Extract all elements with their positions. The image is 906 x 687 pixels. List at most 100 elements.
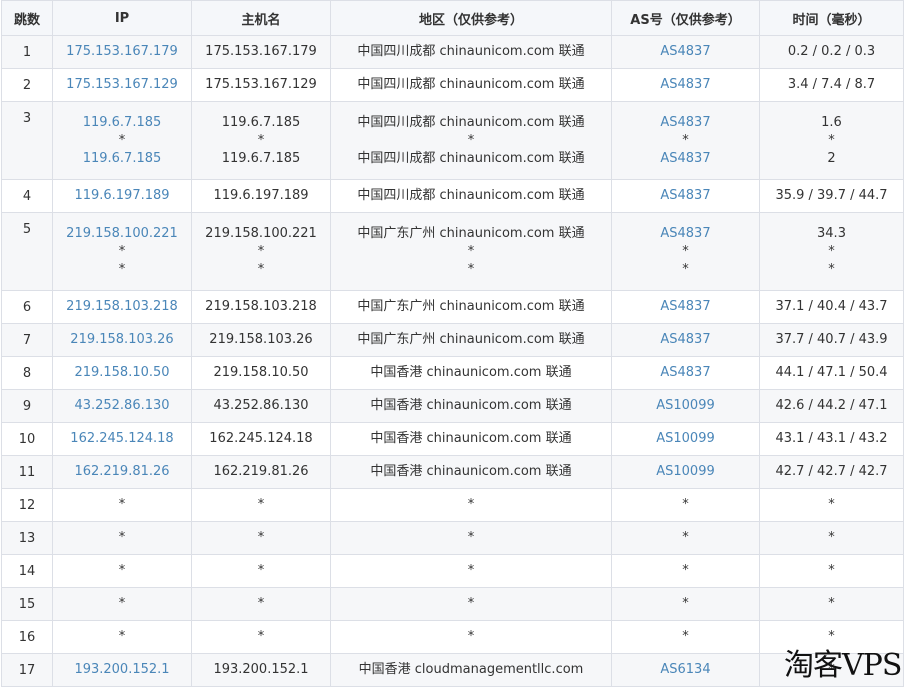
as-cell-value[interactable]: AS4837 xyxy=(612,76,759,94)
time-cell-value: 37.7 / 40.7 / 43.9 xyxy=(775,332,888,347)
column-header-hostname: 主机名 xyxy=(191,0,331,36)
as-cell-value[interactable]: AS4837 xyxy=(612,187,759,205)
region-cell: 中国四川成都 chinaunicom.com 联通 xyxy=(330,68,612,102)
as-cell-value[interactable]: AS4837 xyxy=(612,114,759,132)
table-row: 2 175.153.167.129 175.153.167.129 中国四川成都 ch… xyxy=(1,68,904,102)
table-row: 8 219.158.10.50 219.158.10.50 中国香港 chinauni… xyxy=(1,356,904,390)
hostname-cell-value: * xyxy=(257,261,265,277)
time-cell-value: 1.6 xyxy=(821,114,842,130)
as-cell: * xyxy=(611,488,760,522)
as-cell-value[interactable]: AS4837 xyxy=(612,298,759,316)
time-cell-value: * xyxy=(828,497,835,512)
ip-cell-value: * xyxy=(118,629,126,644)
as-cell: AS10099 xyxy=(611,422,760,456)
time-cell: 44.1 / 47.1 / 50.4 xyxy=(759,356,904,390)
ip-cell-value[interactable]: 219.158.103.26 xyxy=(53,331,191,349)
ip-cell-value[interactable]: 119.6.197.189 xyxy=(53,187,191,205)
table-body: 1 175.153.167.179 175.153.167.179 中国四川成都 ch… xyxy=(1,35,904,687)
ip-cell: 219.158.103.26 xyxy=(52,323,192,357)
ip-cell-value[interactable]: 162.245.124.18 xyxy=(53,430,191,448)
hop-cell: 13 xyxy=(1,521,53,555)
hostname-cell: 219.158.100.221 * * xyxy=(191,212,331,291)
hostname-cell: * xyxy=(191,521,331,555)
watermark: 淘客VPS xyxy=(784,648,902,683)
as-cell-value[interactable]: AS10099 xyxy=(612,430,759,448)
as-cell-value[interactable]: AS4837 xyxy=(612,364,759,382)
column-header-region: 地区（仅供参考） xyxy=(330,0,612,36)
time-cell: * xyxy=(759,488,904,522)
hostname-cell-value: 162.245.124.18 xyxy=(209,431,313,446)
hostname-cell: 162.245.124.18 xyxy=(191,422,331,456)
hostname-cell-value: * xyxy=(257,243,265,259)
hop-cell: 11 xyxy=(1,455,53,489)
region-cell: * xyxy=(330,587,612,621)
time-cell-value: * xyxy=(828,563,835,578)
ip-cell: 175.153.167.179 xyxy=(52,35,192,69)
ip-cell-value[interactable]: 119.6.7.185 xyxy=(53,114,191,132)
column-header-hop: 跳数 xyxy=(1,0,53,36)
ip-cell: 219.158.100.221 * * xyxy=(52,212,192,291)
table-row: 7 219.158.103.26 219.158.103.26 中国广东广州 chin… xyxy=(1,323,904,357)
region-cell-value: 中国四川成都 chinaunicom.com 联通 xyxy=(357,44,585,59)
as-cell: AS4837 * AS4837 xyxy=(611,101,760,180)
region-cell: 中国香港 chinaunicom.com 联通 xyxy=(330,356,612,390)
ip-cell-value[interactable]: 219.158.10.50 xyxy=(53,364,191,382)
ip-cell-value[interactable]: 219.158.100.221 xyxy=(53,225,191,243)
ip-cell-value[interactable]: 43.252.86.130 xyxy=(53,397,191,415)
hostname-cell: * xyxy=(191,488,331,522)
hostname-cell-value: * xyxy=(257,497,265,512)
hostname-cell: 175.153.167.179 xyxy=(191,35,331,69)
region-cell-value: 中国四川成都 chinaunicom.com 联通 xyxy=(357,150,585,166)
hop-cell: 15 xyxy=(1,587,53,621)
region-cell-value: * xyxy=(467,629,475,644)
ip-cell-value: * xyxy=(118,132,126,148)
hostname-cell: 43.252.86.130 xyxy=(191,389,331,423)
hop-cell: 3 xyxy=(1,101,53,180)
table-row: 9 43.252.86.130 43.252.86.130 中国香港 chinauni… xyxy=(1,389,904,423)
as-cell-value: * xyxy=(682,497,689,512)
hop-cell: 8 xyxy=(1,356,53,390)
ip-cell-value[interactable]: 162.219.81.26 xyxy=(53,463,191,481)
hop-cell: 9 xyxy=(1,389,53,423)
as-cell-value[interactable]: AS4837 xyxy=(612,43,759,61)
ip-cell-value[interactable]: 175.153.167.179 xyxy=(53,43,191,61)
as-cell: AS4837 xyxy=(611,356,760,390)
time-cell-value: 42.6 / 44.2 / 47.1 xyxy=(775,398,888,413)
as-cell: AS4837 xyxy=(611,179,760,213)
time-cell-value: 2 xyxy=(827,150,836,166)
ip-cell-value[interactable]: 175.153.167.129 xyxy=(53,76,191,94)
ip-cell: 193.200.152.1 xyxy=(52,653,192,687)
as-cell-value: * xyxy=(682,563,689,578)
as-cell-value[interactable]: AS4837 xyxy=(612,331,759,349)
region-cell-value: * xyxy=(467,530,475,545)
table-row: 4 119.6.197.189 119.6.197.189 中国四川成都 chinau… xyxy=(1,179,904,213)
region-cell-value: 中国香港 chinaunicom.com 联通 xyxy=(370,398,572,413)
as-cell-value[interactable]: AS4837 xyxy=(612,225,759,243)
region-cell-value: 中国四川成都 chinaunicom.com 联通 xyxy=(357,114,585,130)
ip-cell-value[interactable]: 219.158.103.218 xyxy=(53,298,191,316)
as-cell: AS4837 xyxy=(611,290,760,324)
as-cell-value[interactable]: AS4837 xyxy=(612,150,759,168)
time-cell: * xyxy=(759,554,904,588)
ip-cell-value[interactable]: 119.6.7.185 xyxy=(53,150,191,168)
hostname-cell-value: 175.153.167.129 xyxy=(205,77,317,92)
hostname-cell-value: * xyxy=(257,132,265,148)
time-cell-value: 42.7 / 42.7 / 42.7 xyxy=(775,464,888,479)
as-cell-value[interactable]: AS10099 xyxy=(612,463,759,481)
ip-cell-value: * xyxy=(118,563,126,578)
time-cell-value: 43.1 / 43.1 / 43.2 xyxy=(775,431,888,446)
region-cell-value: 中国广东广州 chinaunicom.com 联通 xyxy=(357,332,585,347)
time-cell: 34.3 * * xyxy=(759,212,904,291)
hostname-cell-value: 219.158.103.218 xyxy=(205,299,317,314)
ip-cell-value[interactable]: 193.200.152.1 xyxy=(53,661,191,679)
hostname-cell: 193.200.152.1 xyxy=(191,653,331,687)
as-cell-value[interactable]: AS6134 xyxy=(612,661,759,679)
hop-cell: 6 xyxy=(1,290,53,324)
ip-cell: 175.153.167.129 xyxy=(52,68,192,102)
hop-cell: 10 xyxy=(1,422,53,456)
time-cell: 1.6 * 2 xyxy=(759,101,904,180)
region-cell-value: 中国四川成都 chinaunicom.com 联通 xyxy=(357,77,585,92)
ip-cell-value: * xyxy=(118,243,126,259)
region-cell-value: * xyxy=(467,596,475,611)
as-cell-value[interactable]: AS10099 xyxy=(612,397,759,415)
